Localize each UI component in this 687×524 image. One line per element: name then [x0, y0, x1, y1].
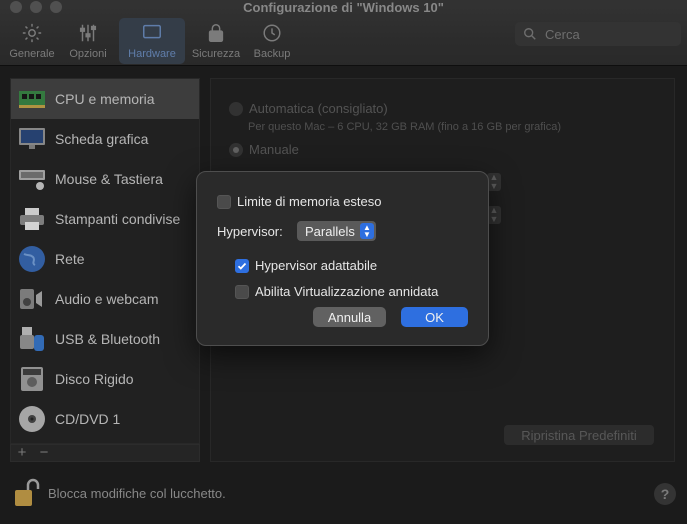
checkbox-box — [235, 284, 249, 299]
checkbox-box — [235, 258, 249, 273]
ok-button[interactable]: OK — [401, 307, 468, 327]
cancel-button[interactable]: Annulla — [313, 307, 386, 327]
checkbox-label: Limite di memoria esteso — [237, 194, 382, 209]
checkmark-icon — [237, 262, 247, 270]
hypervisor-value: Parallels — [305, 223, 355, 239]
chevron-updown-icon: ▲ ▼ — [360, 223, 374, 239]
checkbox-box — [217, 194, 231, 209]
checkbox-label: Abilita Virtualizzazione annidata — [255, 284, 439, 299]
checkbox-label: Hypervisor adattabile — [255, 258, 378, 273]
extended-memory-checkbox[interactable]: Limite di memoria esteso — [217, 194, 382, 209]
settings-window: Configurazione di "Windows 10" Generale … — [0, 0, 687, 524]
hypervisor-select[interactable]: Parallels ▲ ▼ — [297, 221, 376, 241]
nested-virtualization-checkbox[interactable]: Abilita Virtualizzazione annidata — [235, 284, 438, 299]
advanced-settings-dialog: Limite di memoria esteso Hypervisor: Par… — [196, 171, 489, 346]
adaptive-hypervisor-checkbox[interactable]: Hypervisor adattabile — [235, 258, 377, 273]
hypervisor-label: Hypervisor: — [217, 224, 283, 239]
